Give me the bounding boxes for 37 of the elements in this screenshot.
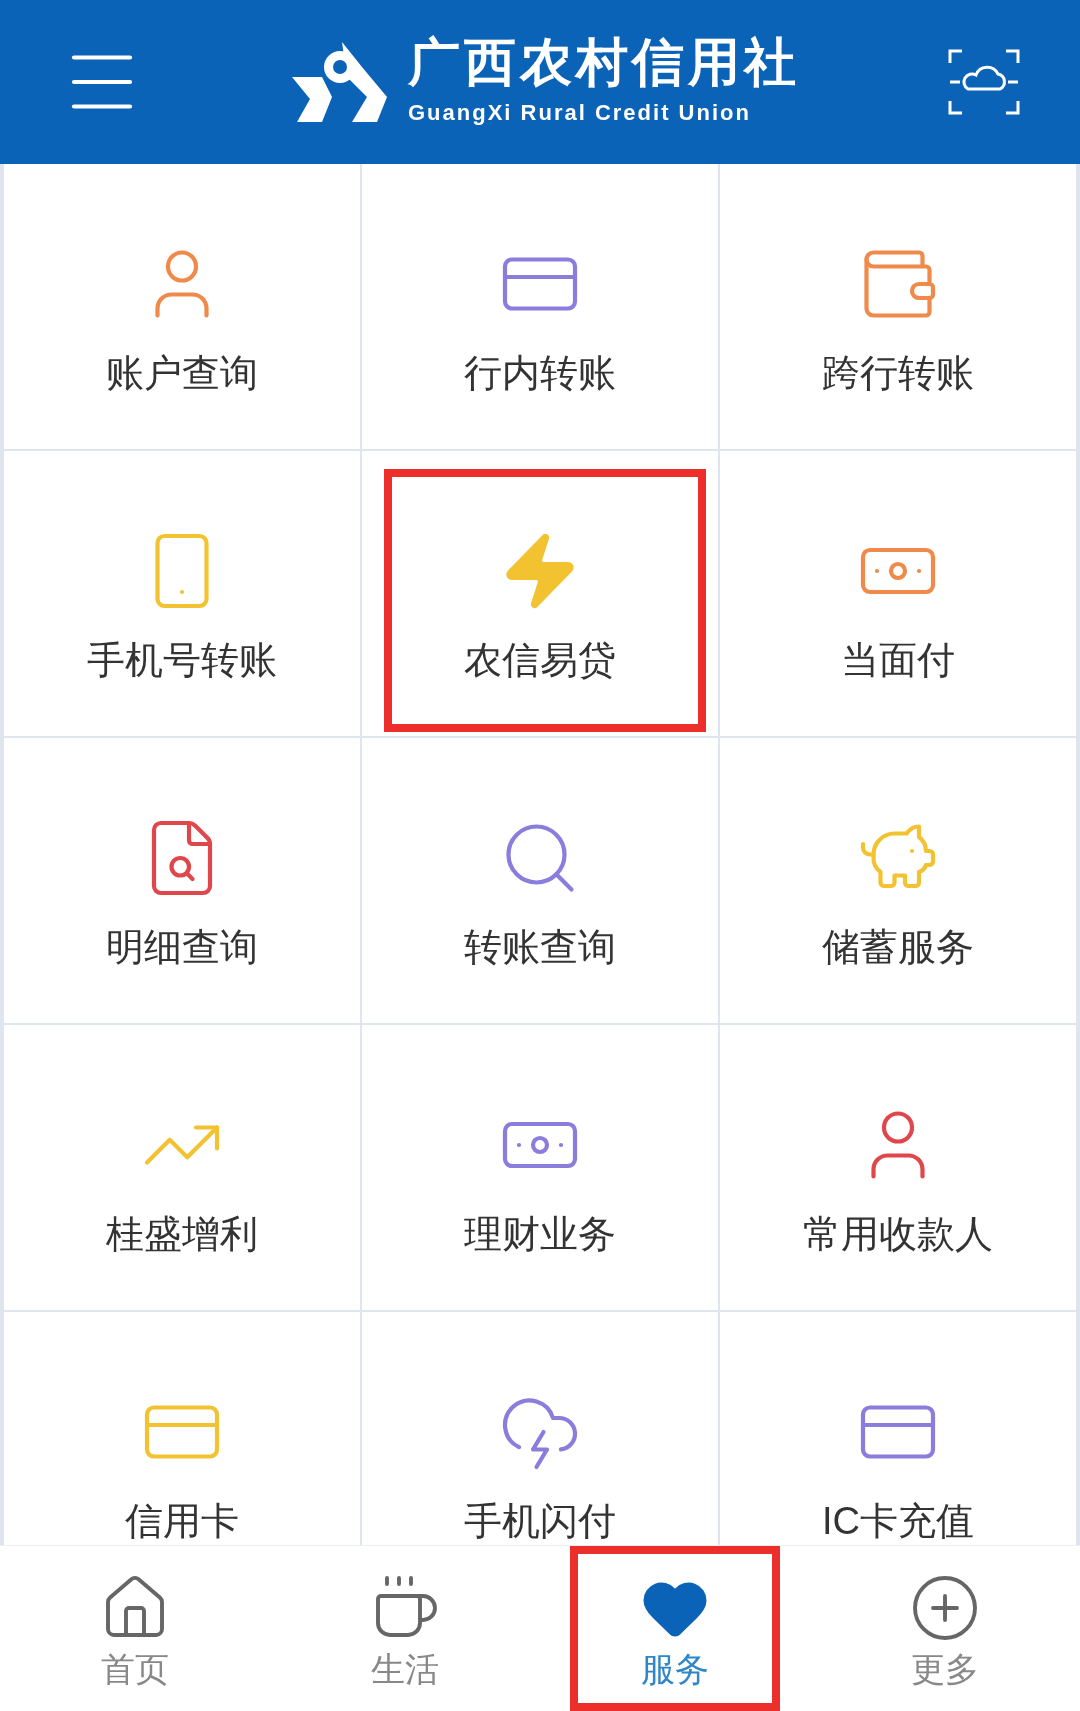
service-label: 桂盛增利 xyxy=(106,1215,258,1253)
service-tile[interactable]: 当面付 xyxy=(720,451,1076,736)
service-tile[interactable]: 理财业务 xyxy=(362,1025,718,1310)
service-label: 跨行转账 xyxy=(822,354,974,392)
service-tile[interactable]: 农信易贷 xyxy=(362,451,718,736)
service-label: 行内转账 xyxy=(464,354,616,392)
service-tile[interactable]: 手机闪付 xyxy=(362,1312,718,1545)
service-label: 明细查询 xyxy=(106,928,258,966)
service-label: 农信易贷 xyxy=(464,641,616,679)
service-tile[interactable]: 手机号转账 xyxy=(4,451,360,736)
service-tile[interactable]: 明细查询 xyxy=(4,738,360,1023)
service-tile[interactable]: 行内转账 xyxy=(362,164,718,449)
service-label: 转账查询 xyxy=(464,928,616,966)
brand-subtitle: GuangXi Rural Credit Union xyxy=(408,98,752,127)
tab-item[interactable]: 更多 xyxy=(840,1546,1050,1711)
service-label: 当面付 xyxy=(841,641,955,679)
tab-item[interactable]: 生活 xyxy=(300,1546,510,1711)
brand-name: 广西农村信用社 xyxy=(408,35,800,88)
service-label: IC卡充值 xyxy=(822,1502,974,1540)
service-label: 常用收款人 xyxy=(803,1215,993,1253)
service-tile[interactable]: 信用卡 xyxy=(4,1312,360,1545)
service-label: 账户查询 xyxy=(106,354,258,392)
tab-item[interactable]: 首页 xyxy=(30,1546,240,1711)
service-label: 信用卡 xyxy=(125,1502,239,1540)
service-label: 手机闪付 xyxy=(464,1502,616,1540)
service-label: 理财业务 xyxy=(464,1215,616,1253)
service-tile[interactable]: 常用收款人 xyxy=(720,1025,1076,1310)
tab-item[interactable]: 服务 xyxy=(570,1546,780,1711)
service-label: 储蓄服务 xyxy=(822,928,974,966)
service-label: 手机号转账 xyxy=(87,641,277,679)
service-tile[interactable]: 储蓄服务 xyxy=(720,738,1076,1023)
service-tile[interactable]: 跨行转账 xyxy=(720,164,1076,449)
scan-icon[interactable] xyxy=(948,49,1020,115)
service-tile[interactable]: 桂盛增利 xyxy=(4,1025,360,1310)
service-tile[interactable]: 转账查询 xyxy=(362,738,718,1023)
service-tile[interactable]: IC卡充值 xyxy=(720,1312,1076,1545)
service-tile[interactable]: 账户查询 xyxy=(4,164,360,449)
